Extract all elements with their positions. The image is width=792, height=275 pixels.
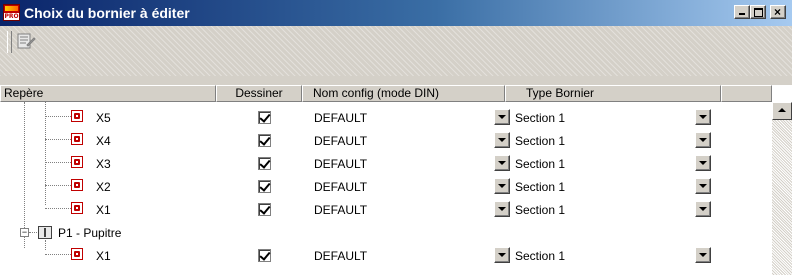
window-title: Choix du bornier à éditer xyxy=(24,5,190,21)
tree-connector xyxy=(45,254,71,255)
type-value[interactable]: Section 1 xyxy=(515,156,565,172)
type-dropdown-button[interactable] xyxy=(695,109,711,125)
terminal-icon xyxy=(71,110,83,122)
minimize-button[interactable] xyxy=(734,5,750,19)
draw-checkbox[interactable] xyxy=(258,157,271,170)
column-header-dessiner[interactable]: Dessiner xyxy=(216,85,302,102)
type-dropdown-button[interactable] xyxy=(695,247,711,263)
tree-connector xyxy=(45,116,71,117)
terminal-icon xyxy=(71,248,83,260)
draw-checkbox[interactable] xyxy=(258,180,271,193)
minimize-icon xyxy=(739,13,745,15)
row-name: X3 xyxy=(96,157,111,171)
table-row[interactable]: X5 DEFAULT Section 1 xyxy=(0,107,772,130)
edit-list-icon[interactable] xyxy=(16,32,36,50)
close-button[interactable]: × xyxy=(770,5,786,19)
scroll-up-button[interactable] xyxy=(772,102,792,120)
config-value[interactable]: DEFAULT xyxy=(314,202,367,218)
maximize-button[interactable] xyxy=(750,5,766,19)
tree-group-row[interactable]: − P1 - Pupitre xyxy=(0,222,772,245)
draw-checkbox[interactable] xyxy=(258,134,271,147)
row-name: X4 xyxy=(96,134,111,148)
column-header-config[interactable]: Nom config (mode DIN) xyxy=(302,85,505,102)
toolbar-grip[interactable] xyxy=(7,31,12,53)
type-value[interactable]: Section 1 xyxy=(515,110,565,126)
config-value[interactable]: DEFAULT xyxy=(314,110,367,126)
draw-checkbox[interactable] xyxy=(258,111,271,124)
row-name: X2 xyxy=(96,180,111,194)
app-icon: PRO xyxy=(3,4,20,21)
column-header-empty xyxy=(721,85,772,102)
group-label: P1 - Pupitre xyxy=(58,226,122,240)
tree-connector xyxy=(45,208,71,209)
terminal-icon xyxy=(71,156,83,168)
toolbar xyxy=(0,26,792,76)
config-value[interactable]: DEFAULT xyxy=(314,133,367,149)
type-value[interactable]: Section 1 xyxy=(515,202,565,218)
config-value[interactable]: DEFAULT xyxy=(314,179,367,195)
draw-checkbox[interactable] xyxy=(258,249,271,262)
tree-connector xyxy=(29,232,37,233)
panel-icon xyxy=(38,226,52,239)
row-name: X5 xyxy=(96,111,111,125)
config-value[interactable]: DEFAULT xyxy=(314,156,367,172)
type-value[interactable]: Section 1 xyxy=(515,179,565,195)
config-dropdown-button[interactable] xyxy=(494,201,510,217)
tree-connector xyxy=(45,185,71,186)
tree-connector xyxy=(45,162,71,163)
draw-checkbox[interactable] xyxy=(258,203,271,216)
table-row[interactable]: X3 DEFAULT Section 1 xyxy=(0,153,772,176)
table-row[interactable]: X1 DEFAULT Section 1 xyxy=(0,199,772,222)
type-value[interactable]: Section 1 xyxy=(515,248,565,264)
config-dropdown-button[interactable] xyxy=(494,132,510,148)
type-value[interactable]: Section 1 xyxy=(515,133,565,149)
column-header-type[interactable]: Type Bornier xyxy=(505,85,721,102)
type-dropdown-button[interactable] xyxy=(695,132,711,148)
config-dropdown-button[interactable] xyxy=(494,247,510,263)
close-icon: × xyxy=(774,5,782,19)
row-name: X1 xyxy=(96,203,111,217)
table-row[interactable]: X4 DEFAULT Section 1 xyxy=(0,130,772,153)
config-dropdown-button[interactable] xyxy=(494,155,510,171)
terminal-icon xyxy=(71,202,83,214)
config-value[interactable]: DEFAULT xyxy=(314,248,367,264)
terminal-icon xyxy=(71,179,83,191)
vertical-scrollbar[interactable] xyxy=(772,102,792,275)
collapse-icon[interactable]: − xyxy=(20,228,29,237)
config-dropdown-button[interactable] xyxy=(494,109,510,125)
tree-connector xyxy=(45,139,71,140)
table-row[interactable]: X1 DEFAULT Section 1 xyxy=(0,245,772,268)
type-dropdown-button[interactable] xyxy=(695,201,711,217)
config-dropdown-button[interactable] xyxy=(494,178,510,194)
type-dropdown-button[interactable] xyxy=(695,155,711,171)
row-name: X1 xyxy=(96,249,111,263)
terminal-icon xyxy=(71,133,83,145)
window-titlebar[interactable]: PRO Choix du bornier à éditer × xyxy=(0,0,792,26)
column-header-repere[interactable]: Repère xyxy=(0,85,216,102)
terminal-grid: Repère Dessiner Nom config (mode DIN) Ty… xyxy=(0,85,792,275)
maximize-icon xyxy=(754,8,763,17)
type-dropdown-button[interactable] xyxy=(695,178,711,194)
table-row[interactable]: X2 DEFAULT Section 1 xyxy=(0,176,772,199)
